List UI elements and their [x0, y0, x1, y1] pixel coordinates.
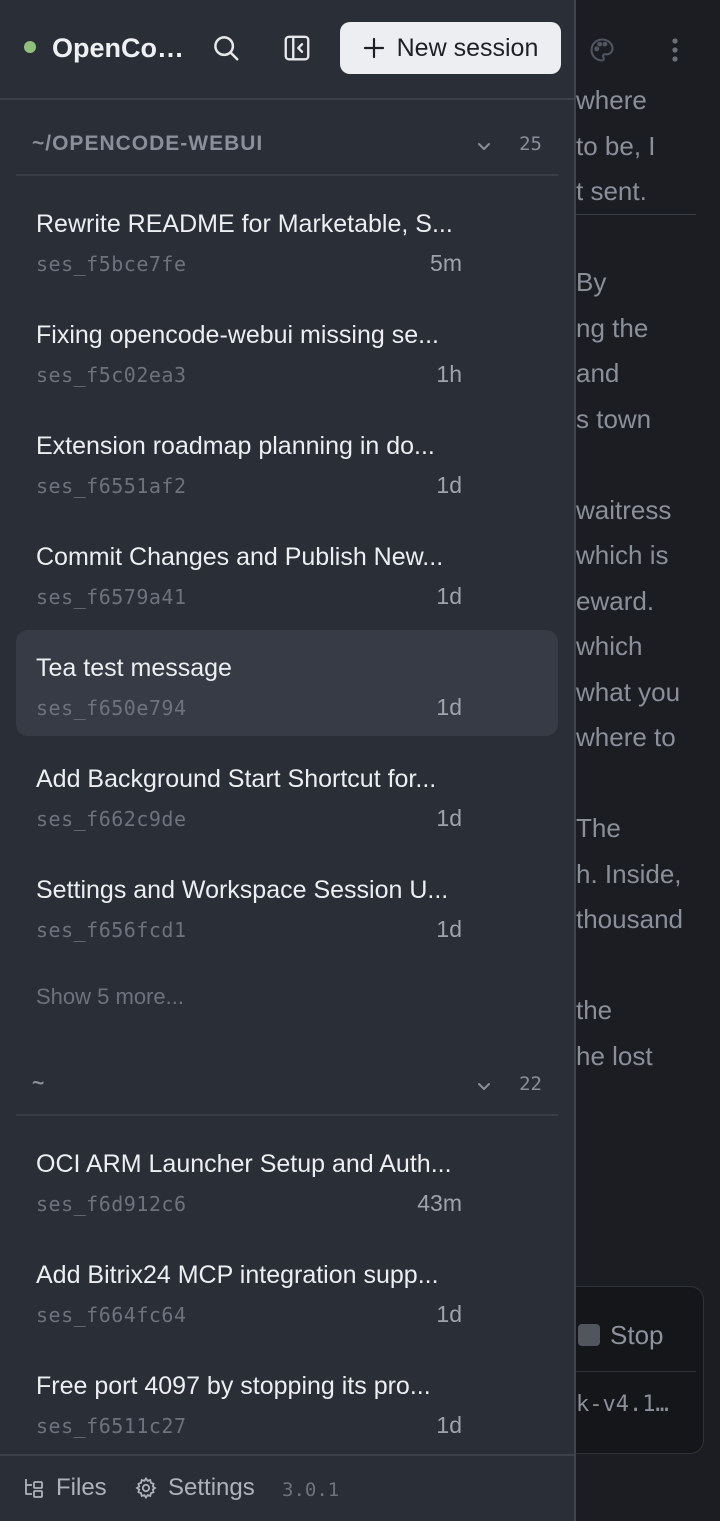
- plus-icon: [363, 37, 384, 59]
- project-group-title: ~/OPENCODE-WEBUI: [32, 132, 264, 155]
- session-item-active[interactable]: Tea test message ses_f650e794 1d: [16, 630, 558, 736]
- model-selector[interactable]: k-v4.1…: [576, 1392, 696, 1417]
- chevron-down-icon[interactable]: [474, 1076, 494, 1096]
- message-line: which: [576, 631, 643, 661]
- palette-icon[interactable]: [582, 30, 622, 70]
- settings-button[interactable]: Settings: [134, 1474, 255, 1502]
- files-label: Files: [56, 1474, 107, 1501]
- connection-status-dot: [24, 41, 36, 53]
- message-line: the: [576, 995, 613, 1025]
- session-id: ses_f6d912c6: [36, 1192, 187, 1216]
- session-time: 1d: [436, 694, 462, 720]
- stop-label: Stop: [610, 1319, 664, 1350]
- message-line: [576, 943, 720, 989]
- sessions-sidebar: OpenCo… New session ~/OPENCODE-WEBUI 25 …: [0, 0, 576, 1521]
- session-title: OCI ARM Launcher Setup and Auth...: [36, 1150, 452, 1178]
- session-title: Settings and Workspace Session U...: [36, 876, 449, 904]
- session-item[interactable]: Fixing opencode-webui missing se... ses_…: [16, 297, 558, 403]
- message-line: thousand: [576, 904, 683, 934]
- composer: [560, 1286, 704, 1454]
- session-time: 1d: [436, 1412, 462, 1438]
- session-item[interactable]: Extension roadmap planning in do... ses_…: [16, 408, 558, 514]
- message-line: what you: [576, 676, 681, 707]
- message-line: ng the: [576, 312, 649, 343]
- project-group-header[interactable]: ~/OPENCODE-WEBUI 25: [16, 116, 558, 176]
- session-title: Add Bitrix24 MCP integration supp...: [36, 1261, 439, 1289]
- session-id: ses_f6511c27: [36, 1414, 187, 1438]
- message-line: which is: [576, 540, 669, 570]
- sidebar-header: OpenCo… New session: [0, 0, 574, 100]
- files-button[interactable]: Files: [22, 1474, 107, 1502]
- session-count: 25: [519, 133, 542, 155]
- session-item[interactable]: Rewrite README for Marketable, S... ses_…: [16, 186, 558, 292]
- session-item[interactable]: Add Background Start Shortcut for... ses…: [16, 741, 558, 847]
- more-options-icon[interactable]: [655, 30, 695, 70]
- session-time: 1d: [436, 916, 462, 942]
- stop-button[interactable]: Stop: [578, 1316, 664, 1354]
- version-label: 3.0.1: [282, 1479, 340, 1501]
- message-line: h. Inside,: [576, 858, 682, 889]
- session-id: ses_f664fc64: [36, 1303, 187, 1327]
- file-tree-icon: [25, 1479, 43, 1498]
- session-item[interactable]: OCI ARM Launcher Setup and Auth... ses_f…: [16, 1126, 558, 1232]
- message-line: waitress: [576, 494, 672, 525]
- session-id: ses_f5bce7fe: [36, 252, 187, 276]
- app-title: OpenCo…: [52, 33, 184, 63]
- session-title: Fixing opencode-webui missing se...: [36, 321, 439, 349]
- message-line: where: [576, 85, 647, 115]
- session-item[interactable]: Free port 4097 by stopping its pro... se…: [16, 1348, 558, 1454]
- session-item[interactable]: Add Bitrix24 MCP integration supp... ses…: [16, 1237, 558, 1343]
- sidebar-footer: Files Settings 3.0.1: [0, 1454, 574, 1521]
- message-line: s town: [576, 403, 652, 434]
- gear-icon: [135, 1476, 157, 1500]
- new-session-label: New session: [396, 33, 539, 62]
- message-line: where to: [576, 722, 676, 752]
- session-title: Tea test message: [36, 654, 232, 682]
- project-group-header[interactable]: ~ 22: [16, 1056, 558, 1116]
- message-line: [576, 215, 720, 261]
- message-line: The: [576, 813, 621, 843]
- message-line: to be, I: [576, 130, 656, 161]
- session-title: Rewrite README for Marketable, S...: [36, 210, 453, 238]
- session-time: 1d: [436, 472, 462, 498]
- session-id: ses_f662c9de: [36, 807, 187, 831]
- session-item[interactable]: Commit Changes and Publish New... ses_f6…: [16, 519, 558, 625]
- session-time: 1d: [436, 805, 462, 831]
- session-item[interactable]: Settings and Workspace Session U... ses_…: [16, 852, 558, 958]
- collapse-sidebar-icon[interactable]: [277, 28, 317, 68]
- session-time: 1d: [436, 1301, 462, 1327]
- new-session-button[interactable]: New session: [340, 22, 561, 74]
- message-line: [576, 761, 720, 807]
- session-title: Extension roadmap planning in do...: [36, 432, 435, 460]
- message-line: eward.: [576, 585, 655, 616]
- session-id: ses_f656fcd1: [36, 918, 187, 942]
- composer-divider: [576, 1371, 696, 1372]
- session-title: Free port 4097 by stopping its pro...: [36, 1372, 431, 1400]
- session-time: 43m: [417, 1190, 462, 1216]
- session-count: 22: [519, 1073, 542, 1095]
- session-id: ses_f6579a41: [36, 585, 187, 609]
- search-icon[interactable]: [206, 28, 246, 68]
- session-title: Add Background Start Shortcut for...: [36, 765, 437, 793]
- message-content: where to be, I t sent. By ng the and s town wai…: [576, 78, 720, 1079]
- chevron-down-icon[interactable]: [474, 136, 494, 156]
- message-line: he lost: [576, 1040, 653, 1071]
- session-id: ses_f5c02ea3: [36, 363, 187, 387]
- message-line: t sent.: [576, 176, 647, 206]
- session-id: ses_f650e794: [36, 696, 187, 720]
- message-line: and: [576, 358, 620, 388]
- message-line: By: [576, 267, 607, 297]
- settings-label: Settings: [168, 1474, 255, 1501]
- session-time: 5m: [430, 250, 462, 276]
- stop-icon: [578, 1324, 600, 1346]
- session-id: ses_f6551af2: [36, 474, 187, 498]
- session-time: 1h: [436, 361, 462, 387]
- session-time: 1d: [436, 583, 462, 609]
- message-divider: [576, 214, 696, 215]
- message-line: [576, 442, 720, 488]
- project-group-title: ~: [32, 1072, 46, 1095]
- show-more-link[interactable]: Show 5 more...: [36, 984, 184, 1010]
- session-title: Commit Changes and Publish New...: [36, 543, 444, 571]
